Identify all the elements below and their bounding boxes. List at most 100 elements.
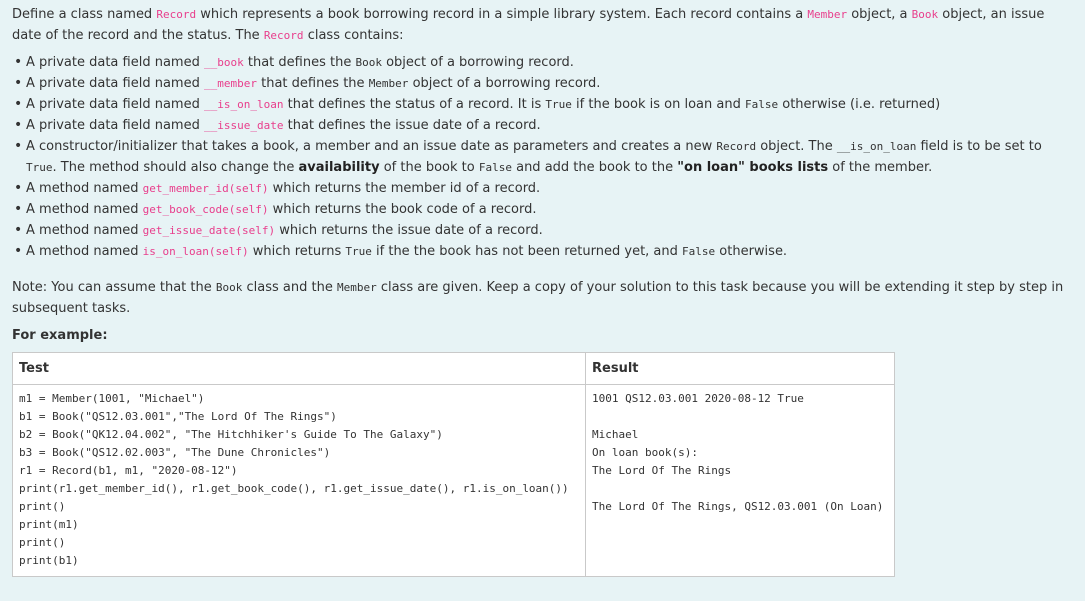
code-field: __member	[203, 77, 257, 90]
test-code-line: print(m1)	[19, 518, 79, 531]
requirements-list: • A private data field named __book that …	[12, 52, 1073, 262]
bullet-icon: •	[14, 75, 23, 91]
item-text: A private data field named	[26, 97, 204, 112]
intro-paragraph: Define a class named Record which repres…	[12, 4, 1073, 46]
item-text: A constructor/initializer that takes a b…	[26, 139, 717, 154]
code-type: Record	[716, 140, 757, 153]
item-text: which returns the book code of a record.	[268, 202, 537, 217]
test-code-line: b1 = Book("QS12.03.001","The Lord Of The…	[19, 410, 337, 423]
test-code-line: print(r1.get_member_id(), r1.get_book_co…	[19, 482, 569, 495]
item-text: of the member.	[828, 160, 933, 175]
test-code-line: print()	[19, 500, 66, 513]
item-text: A method named	[26, 202, 143, 217]
test-code-line: b3 = Book("QS12.02.003", "The Dune Chron…	[19, 446, 331, 459]
item-text: that defines the	[256, 76, 369, 91]
example-heading: For example:	[12, 328, 108, 343]
item-text: field is to be set to	[916, 139, 1042, 154]
result-line: The Lord Of The Rings, QS12.03.001 (On L…	[592, 500, 884, 513]
list-item: • A method named is_on_loan(self) which r…	[14, 241, 1073, 262]
bullet-icon: •	[14, 54, 23, 70]
code-value: True	[345, 245, 372, 258]
question-text: Define a class named Record which repres…	[0, 0, 1085, 577]
code-record: Record	[156, 8, 197, 21]
test-code-line: print()	[19, 536, 66, 549]
list-item: • A private data field named __member tha…	[14, 73, 1073, 94]
code-field: __issue_date	[203, 119, 284, 132]
list-item: • A method named get_member_id(self) whic…	[14, 178, 1073, 199]
item-text: which returns the issue date of a record…	[275, 223, 543, 238]
bold-text: availability	[298, 160, 380, 175]
list-item: • A private data field named __issue_date…	[14, 115, 1073, 136]
item-text: A method named	[26, 223, 143, 238]
table-header-row: Test Result	[12, 352, 895, 385]
example-table: Test Result m1 = Member(1001, "Michael")…	[12, 352, 895, 577]
item-text: of the book to	[379, 160, 479, 175]
list-item: • A method named get_issue_date(self) whi…	[14, 220, 1073, 241]
item-text: A private data field named	[26, 55, 204, 70]
note-text: Note: You can assume that the	[12, 280, 216, 295]
note-paragraph: Note: You can assume that the Book class…	[12, 277, 1073, 319]
item-text: otherwise.	[715, 244, 788, 259]
item-text: object. The	[756, 139, 837, 154]
result-column-header: Result	[585, 352, 895, 385]
intro-text: which represents a book borrowing record…	[196, 7, 808, 22]
result-line: Michael	[592, 428, 639, 441]
list-item: • A method named get_book_code(self) whic…	[14, 199, 1073, 220]
code-book: Book	[215, 281, 243, 294]
note-text: class and the	[242, 280, 337, 295]
result-line	[592, 480, 888, 498]
test-code-line: b2 = Book("QK12.04.002", "The Hitchhiker…	[19, 428, 443, 441]
result-line: 1001 QS12.03.001 2020-08-12 True	[592, 392, 804, 405]
code-method: get_issue_date(self)	[142, 224, 276, 237]
list-item: • A constructor/initializer that takes a …	[14, 136, 1073, 178]
item-text: object of a borrowing record.	[381, 55, 574, 70]
code-method: get_book_code(self)	[142, 203, 269, 216]
code-book: Book	[911, 8, 939, 21]
code-method: is_on_loan(self)	[142, 245, 249, 258]
list-item: • A private data field named __book that …	[14, 52, 1073, 73]
code-type: Book	[355, 56, 382, 69]
code-record: Record	[263, 29, 304, 42]
bullet-icon: •	[14, 96, 23, 112]
result-output-cell: 1001 QS12.03.001 2020-08-12 True Michael…	[585, 384, 895, 577]
code-type: Member	[368, 77, 409, 90]
item-text: that defines the status of a record. It …	[283, 97, 546, 112]
bold-text: "on loan" books lists	[677, 160, 829, 175]
item-text: A private data field named	[26, 118, 204, 133]
bullet-icon: •	[14, 180, 23, 196]
item-text: and add the book to the	[511, 160, 678, 175]
test-code-line: r1 = Record(b1, m1, "2020-08-12")	[19, 464, 238, 477]
code-member: Member	[336, 281, 377, 294]
code-member: Member	[807, 8, 848, 21]
bullet-icon: •	[14, 138, 23, 154]
code-method: get_member_id(self)	[142, 182, 269, 195]
bullet-icon: •	[14, 117, 23, 133]
test-code-cell: m1 = Member(1001, "Michael") b1 = Book("…	[12, 384, 586, 577]
item-text: which returns	[248, 244, 346, 259]
item-text: A method named	[26, 181, 143, 196]
code-value: False	[478, 161, 512, 174]
test-code-line: print(b1)	[19, 554, 79, 567]
code-field: __is_on_loan	[836, 140, 917, 153]
code-field: __is_on_loan	[203, 98, 284, 111]
result-line	[592, 408, 888, 426]
bullet-icon: •	[14, 222, 23, 238]
item-text: if the book is on loan and	[571, 97, 745, 112]
item-text: that defines the	[243, 55, 356, 70]
item-text: . The method should also change the	[52, 160, 299, 175]
result-line: The Lord Of The Rings	[592, 464, 732, 477]
item-text: if the the book has not been returned ye…	[371, 244, 683, 259]
intro-text: object, a	[847, 7, 912, 22]
item-text: that defines the issue date of a record.	[283, 118, 541, 133]
test-code-line: m1 = Member(1001, "Michael")	[19, 392, 205, 405]
item-text: object of a borrowing record.	[408, 76, 601, 91]
list-item: • A private data field named __is_on_loan…	[14, 94, 1073, 115]
item-text: otherwise (i.e. returned)	[778, 97, 941, 112]
table-row: m1 = Member(1001, "Michael") b1 = Book("…	[12, 384, 895, 577]
bullet-icon: •	[14, 201, 23, 217]
code-value: False	[682, 245, 716, 258]
bullet-icon: •	[14, 243, 23, 259]
code-value: False	[744, 98, 779, 111]
item-text: A method named	[26, 244, 143, 259]
intro-text: class contains:	[303, 28, 404, 43]
